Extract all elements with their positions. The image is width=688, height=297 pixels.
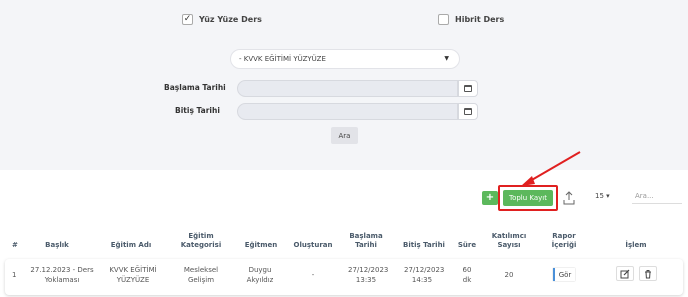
start-date-calendar-button[interactable] (458, 80, 478, 97)
cell-duration: 60 dk (462, 266, 472, 284)
col-header-actions: İşlem (625, 241, 647, 249)
cell-start: 27/12/2023 13:35 (348, 266, 389, 284)
highlight-box (498, 185, 558, 211)
delete-button[interactable] (639, 266, 657, 281)
col-header-participants: Katılımcı Sayısı (491, 232, 527, 249)
cell-end: 27/12/2023 14:35 (404, 266, 445, 284)
export-icon[interactable] (563, 191, 575, 205)
add-button[interactable]: + (482, 191, 498, 205)
col-header-report: Rapor İçeriği (551, 232, 577, 249)
page-size-select[interactable]: 15 ▾ (595, 192, 610, 200)
cell-creator: - (311, 271, 315, 279)
search-button[interactable]: Ara (331, 127, 358, 144)
cell-title: 27.12.2023 - Ders Yoklaması (30, 266, 94, 284)
col-header-creator: Oluşturan (293, 241, 333, 249)
start-date-label: Başlama Tarihi (164, 83, 226, 92)
training-select[interactable]: - KVVK EĞİTİMİ YÜZYÜZE ▼ (230, 49, 460, 69)
col-header-duration: Süre (457, 241, 477, 249)
face-to-face-option[interactable]: ✓ Yüz Yüze Ders (182, 14, 262, 25)
calendar-icon (464, 85, 472, 92)
hybrid-option[interactable]: Hibrit Ders (438, 14, 504, 25)
end-date-input[interactable] (237, 103, 458, 120)
cell-index: 1 (12, 271, 17, 279)
col-header-category: Eğitim Kategorisi (180, 232, 222, 249)
hybrid-label: Hibrit Ders (455, 15, 505, 24)
cell-training: KVVK EĞİTİMİ YÜZYÜZE (109, 266, 157, 284)
col-header-trainer: Eğitmen (244, 241, 278, 249)
caret-down-icon: ▼ (444, 55, 449, 62)
cell-participants: 20 (504, 271, 514, 279)
start-date-input[interactable] (237, 80, 458, 97)
col-header-training: Eğitim Adı (110, 241, 152, 249)
end-date-calendar-button[interactable] (458, 103, 478, 120)
training-select-value: - KVVK EĞİTİMİ YÜZYÜZE (239, 55, 326, 63)
caret-down-icon: ▾ (606, 192, 610, 200)
col-header-title: Başlık (45, 241, 69, 249)
page-size-value: 15 (595, 192, 604, 200)
face-to-face-label: Yüz Yüze Ders (199, 15, 262, 24)
cell-category: Mesleksel Gelişim (183, 266, 219, 284)
col-header-index: # (12, 241, 18, 249)
hybrid-checkbox[interactable] (438, 14, 449, 25)
edit-icon (620, 269, 630, 278)
col-header-end: Bitiş Tarihi (403, 241, 445, 249)
cell-trainer: Duygu Akyıldız (246, 266, 274, 284)
end-date-label: Bitiş Tarihi (175, 106, 220, 115)
trash-icon (645, 269, 651, 278)
table-search-input[interactable]: Ara... (632, 189, 682, 204)
edit-button[interactable] (616, 266, 634, 281)
view-report-button[interactable]: Gör (553, 268, 575, 281)
face-to-face-checkbox[interactable]: ✓ (182, 14, 193, 25)
calendar-icon (464, 108, 472, 115)
col-header-start: Başlama Tarihi (349, 232, 383, 249)
